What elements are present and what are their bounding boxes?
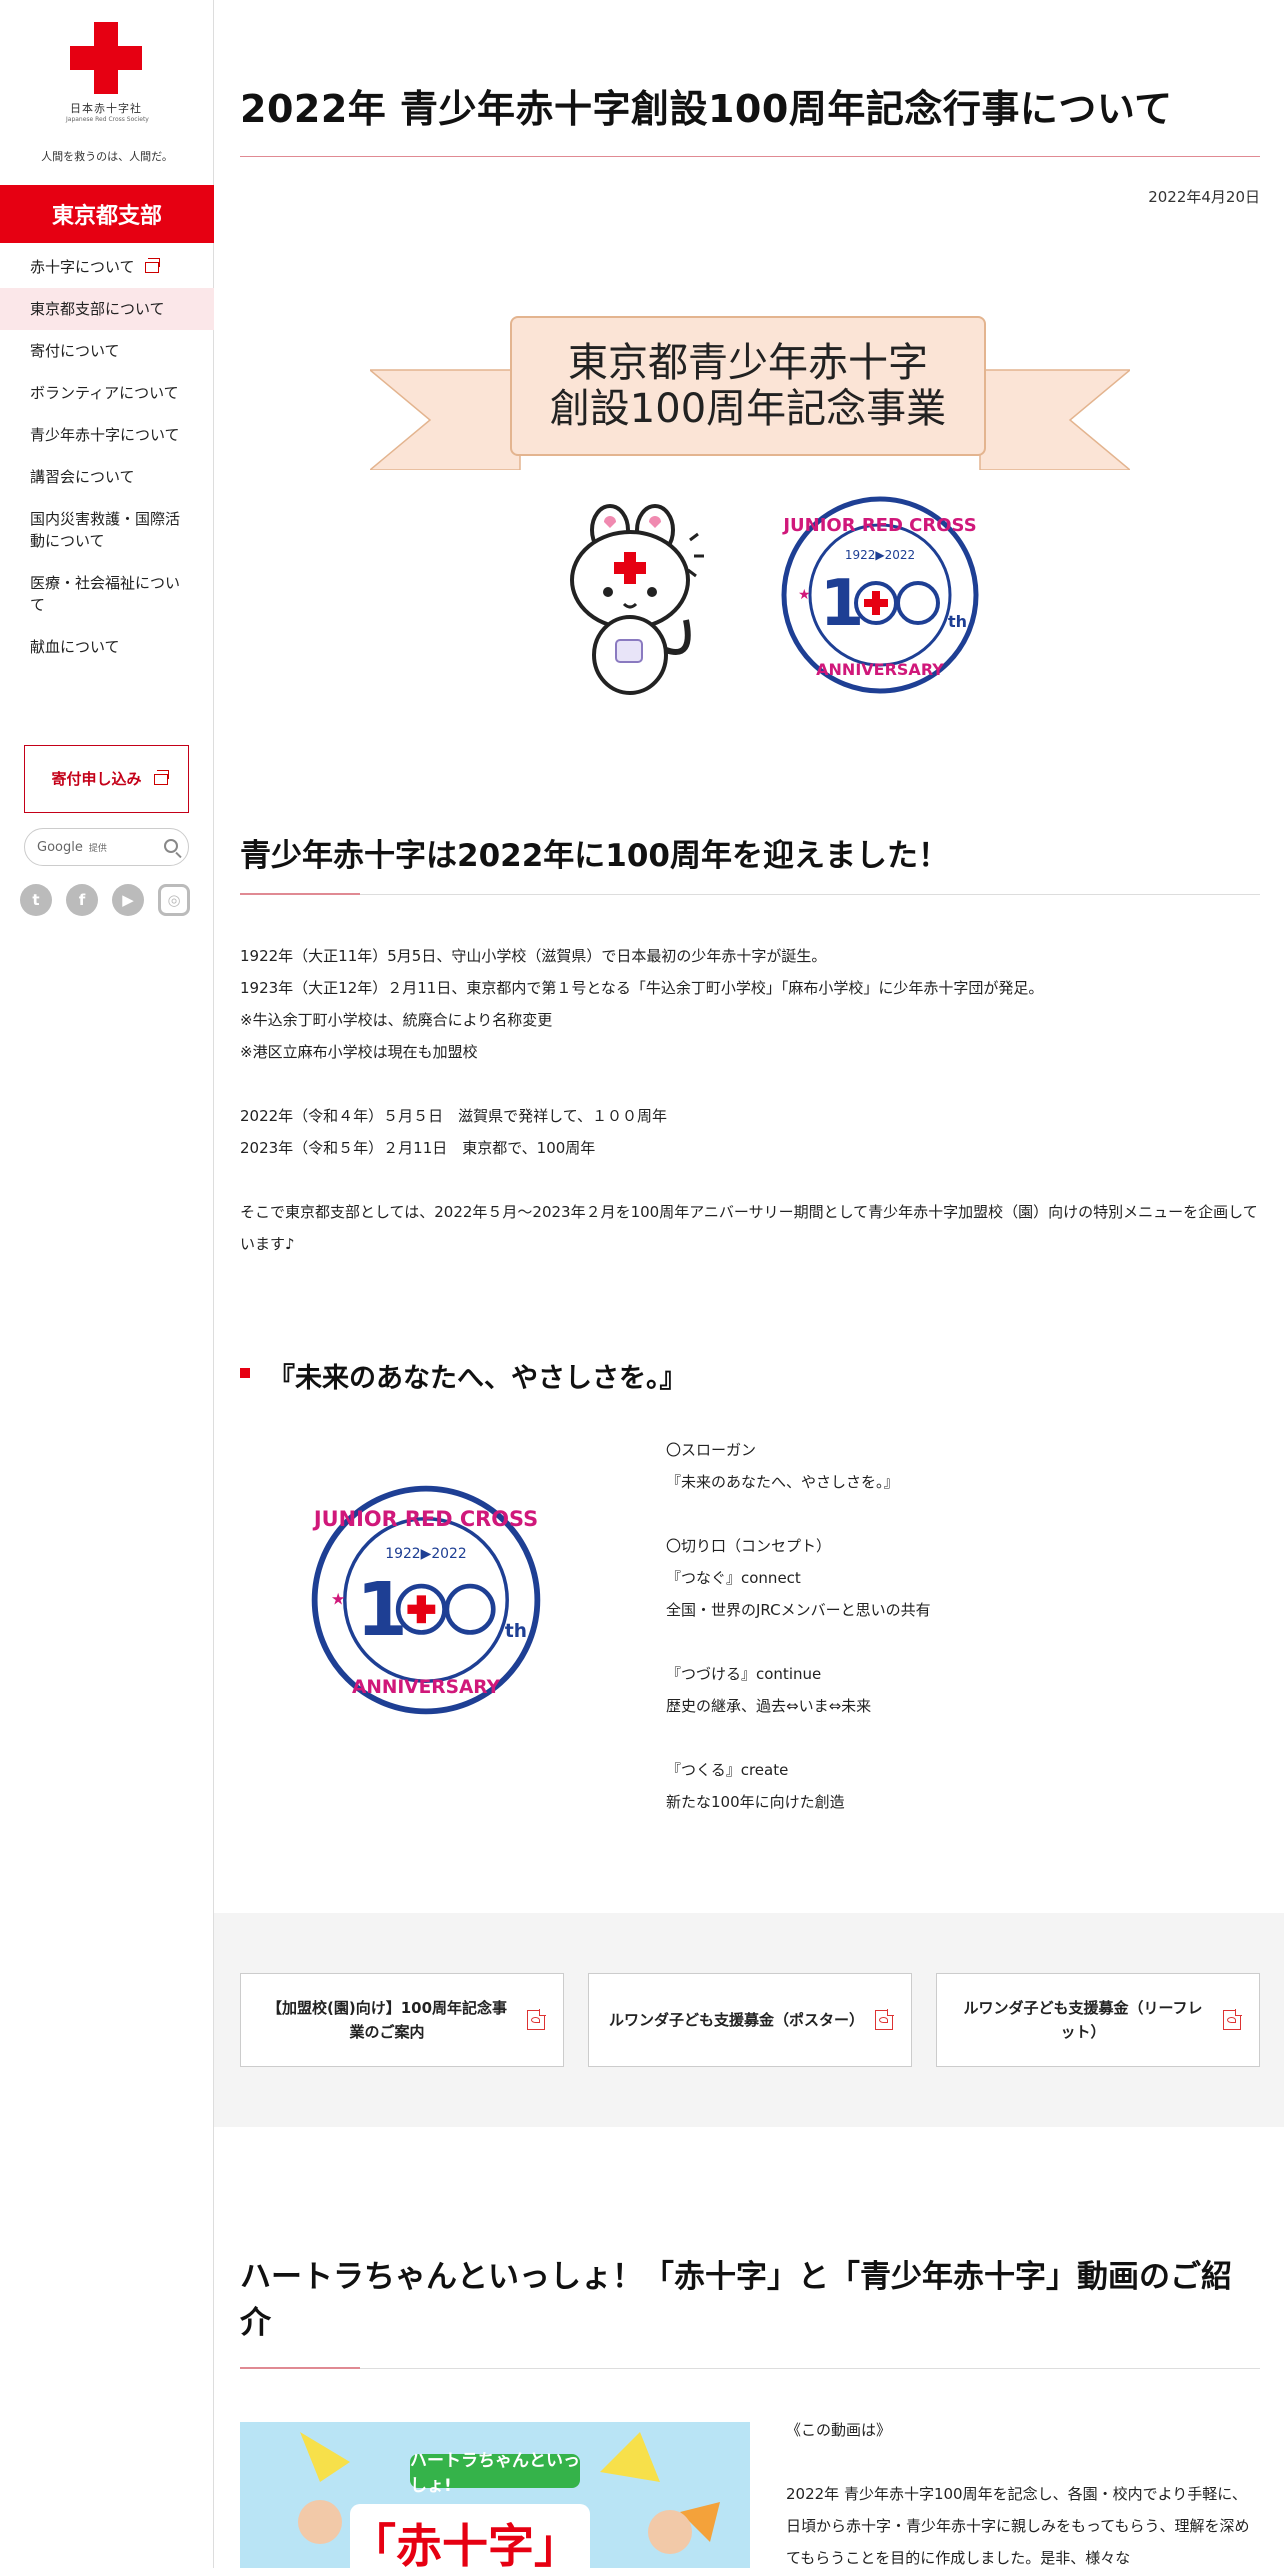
jrc-100th-emblem-large: JUNIOR RED CROSS 1922▶2022 1 th ANNIVERS… — [311, 1485, 541, 1715]
section-divider-accent — [240, 2367, 360, 2369]
svg-text:th: th — [505, 1621, 527, 1642]
publish-date: 2022年4月20日 — [1148, 188, 1260, 206]
section-divider — [240, 894, 1260, 895]
google-brand: Google — [37, 839, 83, 855]
sidebar-item-about-red-cross[interactable]: 赤十字について — [0, 246, 214, 288]
branch-title[interactable]: 東京都支部 — [0, 185, 214, 243]
download-card-guide[interactable]: 【加盟校(園)向け】100周年記念事業のご案内 — [240, 1973, 564, 2067]
jrc-logo[interactable]: 日本赤十字社 Japanese Red Cross Society — [66, 22, 149, 123]
external-link-icon — [144, 258, 160, 273]
slogan-heading: 『未来のあなたへ、やさしさを。』 — [240, 1356, 687, 1395]
section-divider — [240, 2368, 1260, 2369]
svg-text:★: ★ — [798, 587, 811, 603]
pdf-icon — [1223, 2009, 1242, 2030]
sidebar-item-about-branch[interactable]: 東京都支部について — [0, 288, 214, 330]
video-description: 《この動画は》 2022年 青少年赤十字100周年を記念し、各園・校内でより手軽… — [786, 2421, 1250, 2567]
org-name-en: Japanese Red Cross Society — [66, 116, 149, 123]
sidebar-nav: 赤十字について 東京都支部について 寄付について ボランティアについて 青少年赤… — [0, 246, 214, 668]
video-thumbnail[interactable]: ハートラちゃんといっしょ! 「赤十字」と — [240, 2422, 750, 2568]
banner-line-2: 創設100周年記念事業 — [549, 386, 947, 432]
tagline: 人間を救うのは、人間だ。 — [41, 150, 173, 163]
svg-text:ANNIVERSARY: ANNIVERSARY — [352, 1677, 501, 1698]
svg-text:1922▶2022: 1922▶2022 — [385, 1546, 466, 1562]
title-divider — [240, 156, 1260, 157]
sidebar-item-youth[interactable]: 青少年赤十字について — [0, 414, 214, 456]
pdf-icon — [527, 2009, 546, 2030]
svg-text:ANNIVERSARY: ANNIVERSARY — [816, 660, 944, 679]
search-input[interactable]: Google 提供 — [24, 828, 189, 866]
social-links: t f ▶ ◎ — [20, 884, 190, 916]
download-card-poster[interactable]: ルワンダ子ども支援募金（ポスター） — [588, 1973, 912, 2067]
section-divider-accent — [240, 893, 360, 895]
sidebar-item-disaster-relief[interactable]: 国内災害救護・国際活動について — [0, 498, 214, 562]
svg-text:JUNIOR RED CROSS: JUNIOR RED CROSS — [312, 1507, 538, 1531]
sidebar-item-donation[interactable]: 寄付について — [0, 330, 214, 372]
sidebar-item-volunteer[interactable]: ボランティアについて — [0, 372, 214, 414]
section-heading-100th: 青少年赤十字は2022年に100周年を迎えました！ — [240, 838, 949, 874]
sidebar-item-blood-donation[interactable]: 献血について — [0, 626, 214, 668]
search-provided-by: 提供 — [88, 843, 107, 854]
org-name: 日本赤十字社 — [70, 102, 142, 115]
banner-ribbon: 東京都青少年赤十字 創設100周年記念事業 — [510, 316, 986, 456]
page-title: 2022年 青少年赤十字創設100周年記念行事について — [240, 87, 1173, 131]
twitter-icon[interactable]: t — [20, 884, 52, 916]
banner-line-1: 東京都青少年赤十字 — [568, 340, 928, 386]
svg-text:th: th — [948, 612, 967, 631]
video-title-label: ハートラちゃんといっしょ! — [410, 2451, 580, 2496]
anniversary-dates-text: 2022年（令和４年）５月５日 滋賀県で発祥して、１００周年 2023年（令和５… — [240, 1107, 667, 1157]
svg-text:1922▶2022: 1922▶2022 — [845, 548, 915, 562]
heartra-mascot-icon — [570, 504, 704, 695]
video-title-big: 「赤十字」と — [350, 2504, 590, 2568]
special-menu-text: そこで東京都支部としては、2022年５月～2023年２月を100周年アニバーサリ… — [240, 1203, 1258, 1253]
instagram-icon[interactable]: ◎ — [158, 884, 190, 916]
donate-button[interactable]: 寄付申し込み — [24, 745, 189, 813]
sidebar: 日本赤十字社 Japanese Red Cross Society 人間を救うの… — [0, 0, 214, 2568]
anniversary-banner: 東京都青少年赤十字 創設100周年記念事業 JUNIOR RED CROSS 1… — [370, 310, 1130, 700]
jrc-100th-emblem: JUNIOR RED CROSS 1922▶2022 1 th ANNIVERS… — [781, 496, 979, 694]
red-cross-icon — [70, 22, 142, 94]
svg-text:★: ★ — [331, 1590, 346, 1609]
slogan-text: 〇スローガン 『未来のあなたへ、やさしさを。』 〇切り口（コンセプト） 『つなぐ… — [666, 1441, 931, 1811]
download-card-leaflet[interactable]: ルワンダ子ども支援募金（リーフレット） — [936, 1973, 1260, 2067]
section-heading-video: ハートラちゃんといっしょ！「赤十字」と「青少年赤十字」動画のご紹介 — [240, 2259, 1232, 2341]
sidebar-item-medical-welfare[interactable]: 医療・社会福祉について — [0, 562, 214, 626]
history-text: 1922年（大正11年）5月5日、守山小学校（滋賀県）で日本最初の少年赤十字が誕… — [240, 947, 1044, 1061]
svg-text:JUNIOR RED CROSS: JUNIOR RED CROSS — [781, 515, 976, 536]
external-link-icon — [154, 770, 169, 785]
sidebar-item-training[interactable]: 講習会について — [0, 456, 214, 498]
search-icon[interactable] — [164, 839, 178, 853]
youtube-icon[interactable]: ▶ — [112, 884, 144, 916]
pdf-icon — [875, 2009, 894, 2030]
facebook-icon[interactable]: f — [66, 884, 98, 916]
